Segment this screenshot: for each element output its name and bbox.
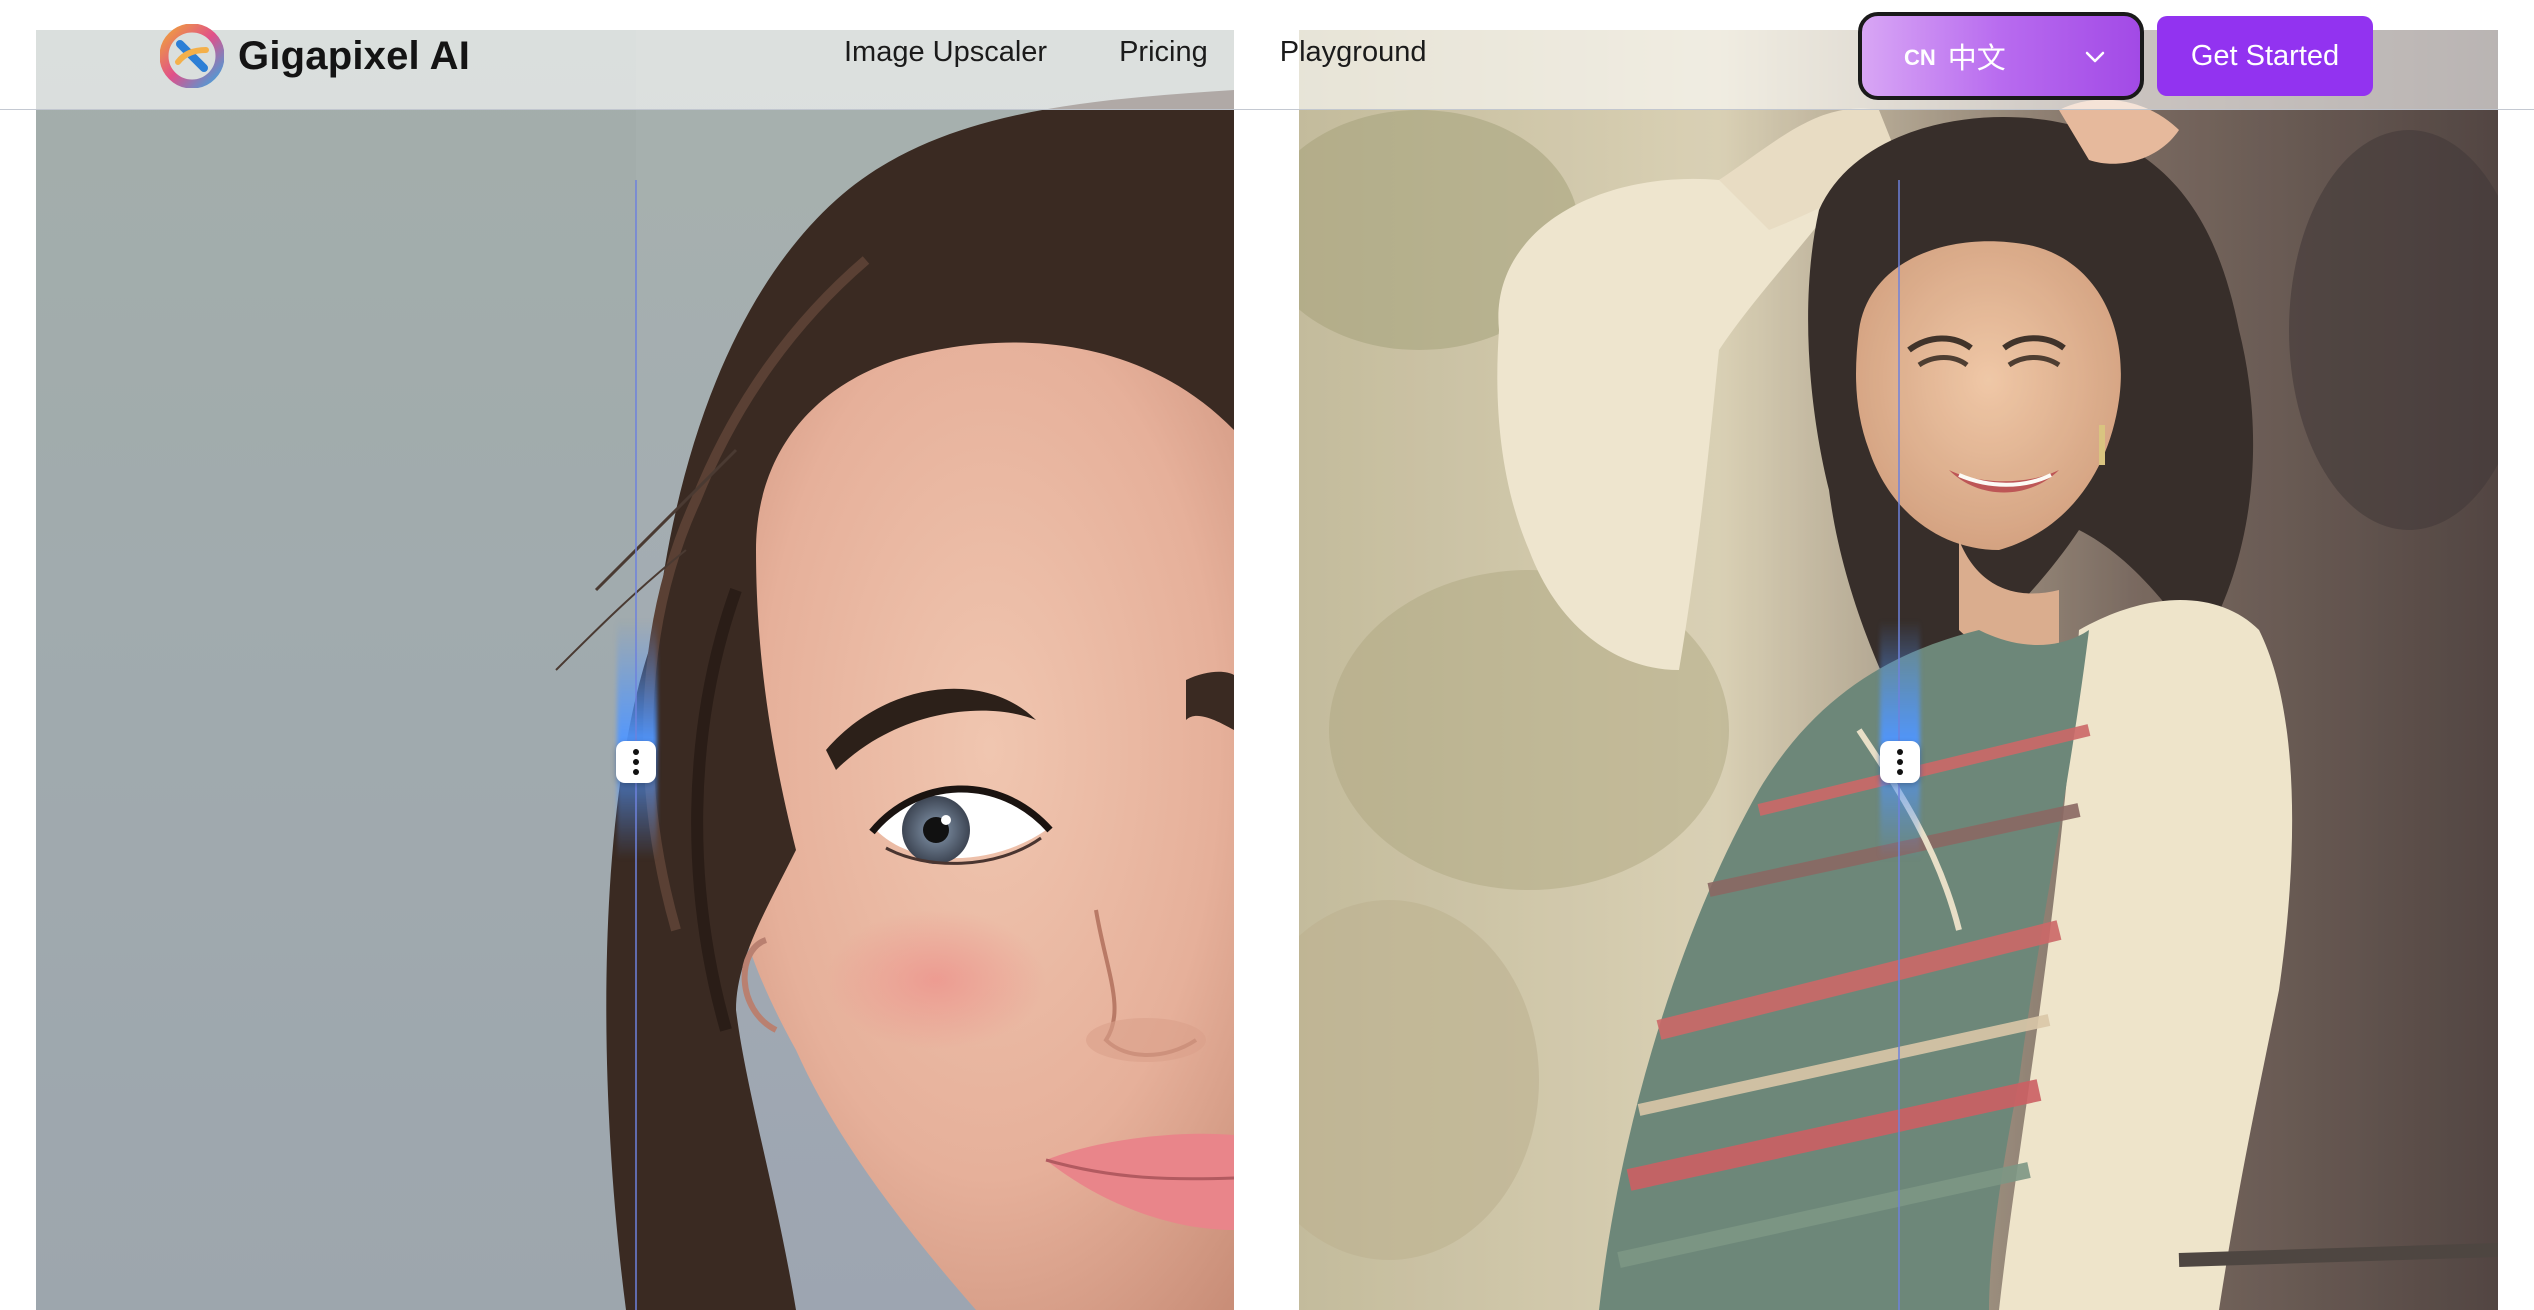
slider-glow [1880,620,1920,860]
get-started-button[interactable]: Get Started [2157,16,2373,96]
handle-dot-icon [633,759,639,765]
nav-playground[interactable]: Playground [1280,36,1427,69]
handle-dot-icon [1897,769,1903,775]
comparison-slider-handle[interactable] [616,741,656,783]
comparison-panel-portrait[interactable] [36,30,1234,1310]
handle-dot-icon [1897,759,1903,765]
handle-dot-icon [633,749,639,755]
nav-pricing[interactable]: Pricing [1119,36,1208,69]
nav-image-upscaler[interactable]: Image Upscaler [844,36,1047,69]
chevron-down-icon [2085,51,2105,63]
handle-dot-icon [633,769,639,775]
language-flag: CN [1904,45,1936,70]
main-nav: Image Upscaler Pricing Playground [844,36,1426,69]
slider-glow [617,620,657,860]
language-label: 中文 [1947,41,2006,75]
gigapixel-logo-icon [160,24,224,88]
brand[interactable]: Gigapixel AI [160,24,470,88]
language-selector[interactable]: CN 中文 [1858,12,2144,100]
comparison-panel-vintage[interactable] [1299,30,2498,1310]
site-header: Gigapixel AI Image Upscaler Pricing Play… [0,0,2534,110]
comparison-slider-handle[interactable] [1880,741,1920,783]
brand-name: Gigapixel AI [238,33,471,78]
handle-dot-icon [1897,749,1903,755]
page: Gigapixel AI Image Upscaler Pricing Play… [0,0,2534,1310]
